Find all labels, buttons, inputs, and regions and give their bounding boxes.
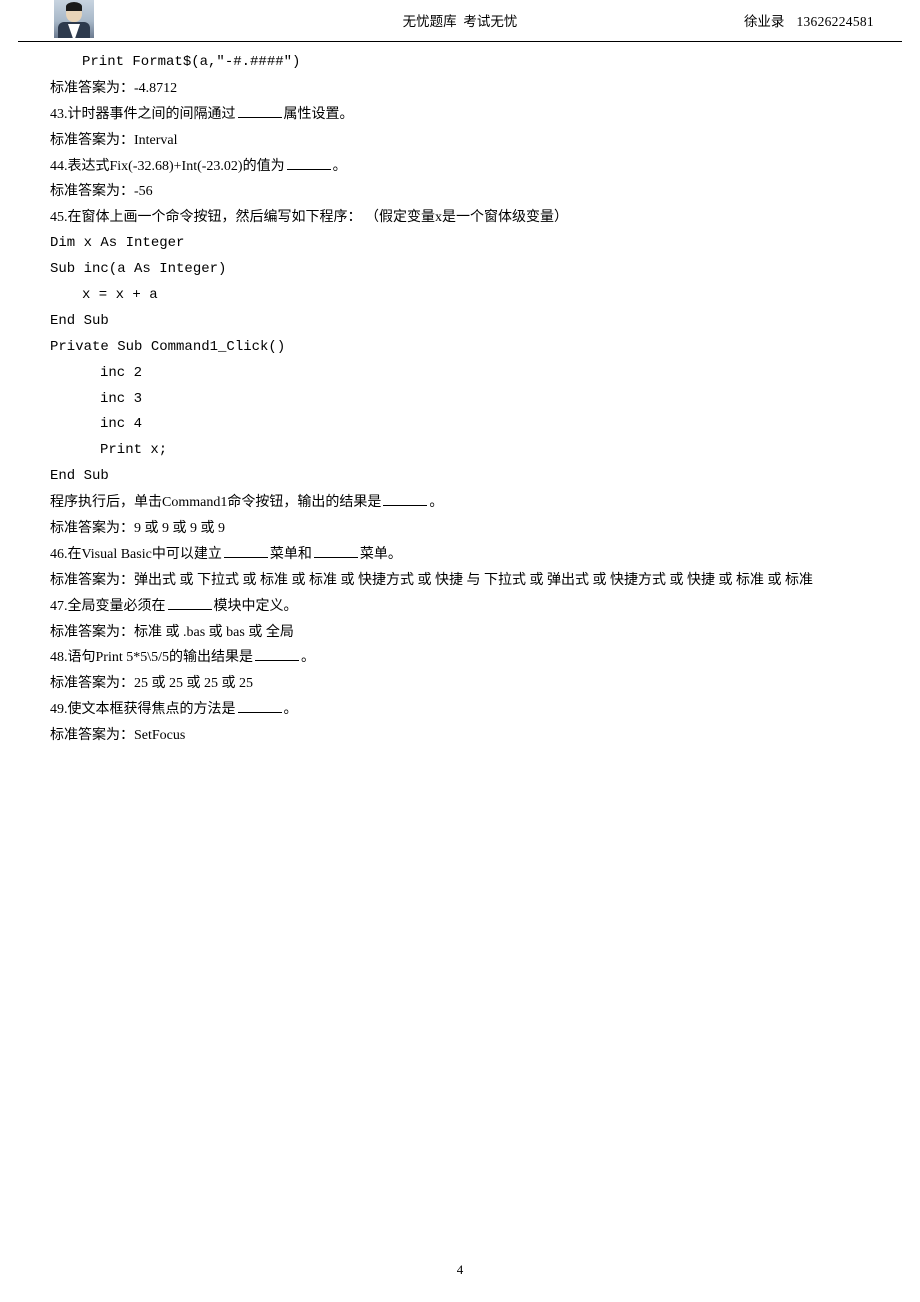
blank-icon — [314, 544, 358, 558]
answer-prefix: 标准答案为： — [50, 625, 134, 640]
blank-icon — [287, 156, 331, 170]
blank-icon — [168, 596, 212, 610]
answer-value: 9 或 9 或 9 或 9 — [134, 521, 225, 536]
q46-pre: 46.在Visual Basic中可以建立 — [50, 547, 222, 562]
blank-icon — [224, 544, 268, 558]
blank-icon — [238, 699, 282, 713]
answer-prefix: 标准答案为： — [50, 573, 134, 588]
code-line: inc 2 — [50, 361, 880, 387]
answer-prefix: 标准答案为： — [50, 521, 134, 536]
content-body: Print Format$(a,"-#.####") 标准答案为：-4.8712… — [0, 42, 920, 749]
answer-44: 标准答案为：-56 — [50, 179, 880, 205]
header-author: 徐业录 — [744, 14, 785, 29]
code-line: x = x + a — [50, 283, 880, 309]
code-line: Print x; — [50, 438, 880, 464]
code-line: Print Format$(a,"-#.####") — [50, 50, 880, 76]
answer-42: 标准答案为：-4.8712 — [50, 76, 880, 102]
answer-value: SetFocus — [134, 728, 185, 743]
question-45-after: 程序执行后，单击Command1命令按钮，输出的结果是 。 — [50, 490, 880, 516]
answer-prefix: 标准答案为： — [50, 728, 134, 743]
answer-48: 标准答案为：25 或 25 或 25 或 25 — [50, 671, 880, 697]
q44-pre: 44.表达式Fix(-32.68)+Int(-23.02)的值为 — [50, 159, 285, 174]
q46-post: 菜单。 — [360, 547, 402, 562]
question-43: 43.计时器事件之间的间隔通过 属性设置。 — [50, 102, 880, 128]
answer-value: 标准 或 .bas 或 bas 或 全局 — [134, 625, 294, 640]
header-title: 无忧题库 考试无忧 — [403, 10, 518, 35]
answer-prefix: 标准答案为： — [50, 184, 134, 199]
page-number: 4 — [0, 1258, 920, 1282]
blank-icon — [383, 492, 427, 506]
answer-value: Interval — [134, 133, 178, 148]
code-line: Sub inc(a As Integer) — [50, 257, 880, 283]
q43-post: 属性设置。 — [284, 107, 354, 122]
answer-47: 标准答案为：标准 或 .bas 或 bas 或 全局 — [50, 620, 880, 646]
header-title-left: 无忧题库 — [403, 14, 457, 29]
answer-value: 弹出式 或 下拉式 或 标准 或 标准 或 快捷方式 或 快捷 与 下拉式 或 … — [134, 573, 813, 588]
question-49: 49.使文本框获得焦点的方法是 。 — [50, 697, 880, 723]
question-45: 45.在窗体上画一个命令按钮，然后编写如下程序： （假定变量x是一个窗体级变量） — [50, 205, 880, 231]
answer-45: 标准答案为：9 或 9 或 9 或 9 — [50, 516, 880, 542]
question-46: 46.在Visual Basic中可以建立 菜单和 菜单。 — [50, 542, 880, 568]
question-44: 44.表达式Fix(-32.68)+Int(-23.02)的值为 。 — [50, 154, 880, 180]
code-line: inc 3 — [50, 387, 880, 413]
q46-mid: 菜单和 — [270, 547, 312, 562]
code-line: Dim x As Integer — [50, 231, 880, 257]
code-line: End Sub — [50, 464, 880, 490]
q47-pre: 47.全局变量必须在 — [50, 599, 166, 614]
page-header: 无忧题库 考试无忧 徐业录 13626224581 — [18, 0, 902, 42]
header-phone: 13626224581 — [796, 14, 874, 29]
answer-49: 标准答案为：SetFocus — [50, 723, 880, 749]
q47-post: 模块中定义。 — [214, 599, 298, 614]
answer-prefix: 标准答案为： — [50, 133, 134, 148]
question-48: 48.语句Print 5*5\5/5的输出结果是 。 — [50, 645, 880, 671]
header-right: 徐业录 13626224581 — [744, 10, 874, 35]
answer-value: -56 — [134, 184, 153, 199]
answer-43: 标准答案为：Interval — [50, 128, 880, 154]
q49-pre: 49.使文本框获得焦点的方法是 — [50, 702, 236, 717]
blank-icon — [238, 104, 282, 118]
q44-post: 。 — [333, 159, 347, 174]
answer-value: 25 或 25 或 25 或 25 — [134, 676, 253, 691]
question-47: 47.全局变量必须在 模块中定义。 — [50, 594, 880, 620]
answer-46: 标准答案为：弹出式 或 下拉式 或 标准 或 标准 或 快捷方式 或 快捷 与 … — [50, 568, 880, 594]
q45-after-pre: 程序执行后，单击Command1命令按钮，输出的结果是 — [50, 495, 381, 510]
answer-prefix: 标准答案为： — [50, 676, 134, 691]
code-line: End Sub — [50, 309, 880, 335]
header-title-right: 考试无忧 — [463, 14, 517, 29]
q48-pre: 48.语句Print 5*5\5/5的输出结果是 — [50, 650, 253, 665]
blank-icon — [255, 647, 299, 661]
avatar — [54, 0, 94, 38]
code-line: inc 4 — [50, 412, 880, 438]
code-line: Private Sub Command1_Click() — [50, 335, 880, 361]
answer-prefix: 标准答案为： — [50, 81, 134, 96]
q45-after-post: 。 — [429, 495, 443, 510]
q48-post: 。 — [301, 650, 315, 665]
answer-value: -4.8712 — [134, 81, 177, 96]
q49-post: 。 — [284, 702, 298, 717]
q43-pre: 43.计时器事件之间的间隔通过 — [50, 107, 236, 122]
